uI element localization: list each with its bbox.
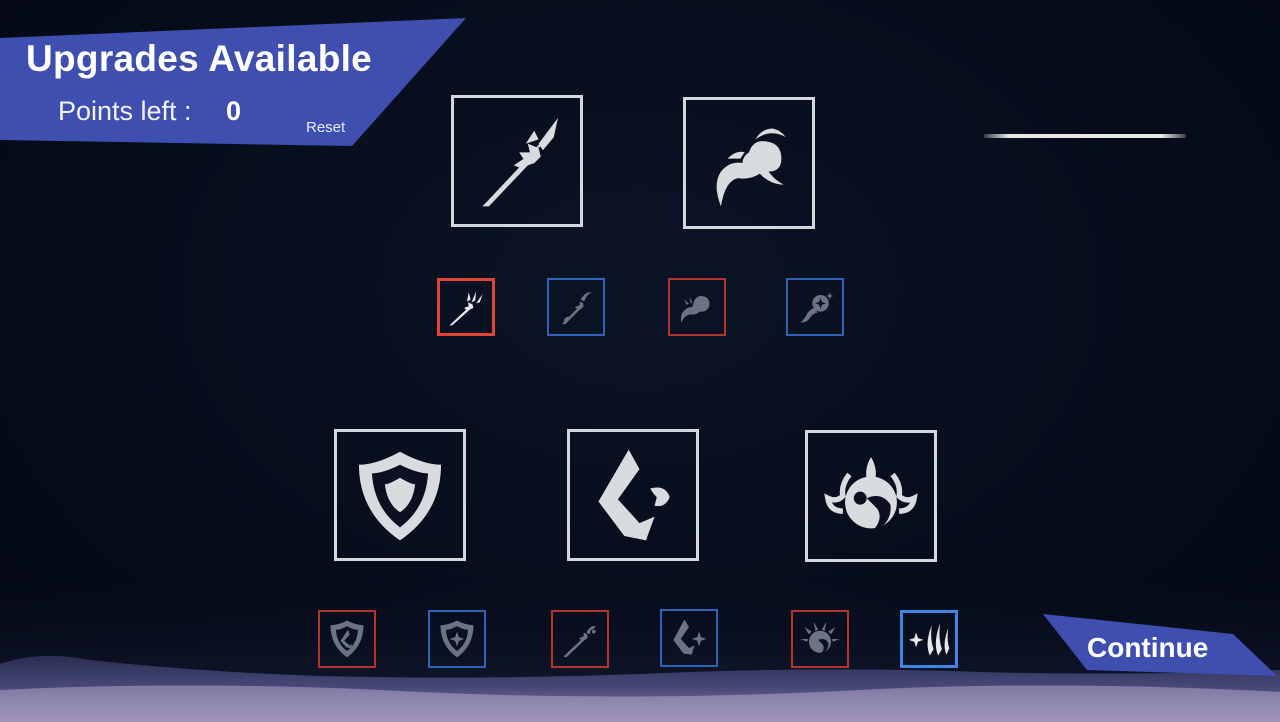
upgrade-arrow-claw[interactable]: [551, 610, 609, 668]
upgrade-claw-star[interactable]: [660, 609, 718, 667]
feathered-arrow-icon: [482, 117, 559, 207]
ability-slot-shield[interactable]: [334, 429, 466, 561]
reset-button[interactable]: Reset: [306, 119, 345, 136]
arrow-claw-icon: [563, 626, 596, 658]
upgrade-spirit-fist[interactable]: [668, 278, 726, 336]
shield-star-icon: [440, 620, 474, 658]
ability-slot-claw[interactable]: [567, 429, 699, 561]
upgrade-burst-wave[interactable]: [791, 610, 849, 668]
rising-spirit-icon: [716, 128, 786, 207]
points-left-value: 0: [226, 96, 242, 126]
spirit-orb-star-icon: [800, 292, 834, 323]
ability-slot-arrow[interactable]: [451, 95, 583, 227]
upgrade-shield-claw[interactable]: [318, 610, 376, 668]
claw-c-icon: [598, 449, 670, 541]
arrow-hook-icon: [562, 292, 592, 325]
eclipse-burst-icon: [824, 457, 918, 533]
upgrade-arrow-triple-feather[interactable]: [437, 278, 495, 336]
burst-wave-icon: [800, 621, 840, 655]
page-title: Upgrades Available: [26, 38, 373, 79]
upgrade-spirit-orb-star[interactable]: [786, 278, 844, 336]
arrow-triple-feather-icon: [449, 291, 483, 326]
upgrade-sparkle-slashes[interactable]: [900, 610, 958, 668]
progress-line: [984, 134, 1186, 138]
upgrade-shield-star[interactable]: [428, 610, 486, 668]
points-left-label: Points left :: [58, 96, 192, 126]
spirit-fist-icon: [680, 296, 710, 323]
shield-claw-icon: [330, 620, 364, 658]
continue-button[interactable]: Continue: [1087, 632, 1208, 664]
ability-slot-spirit[interactable]: [683, 97, 815, 229]
shield-icon: [358, 451, 442, 541]
sparkle-slashes-icon: [908, 623, 950, 656]
claw-star-icon: [673, 619, 707, 655]
ability-slot-eclipse[interactable]: [805, 430, 937, 562]
upgrade-arrow-hook[interactable]: [547, 278, 605, 336]
